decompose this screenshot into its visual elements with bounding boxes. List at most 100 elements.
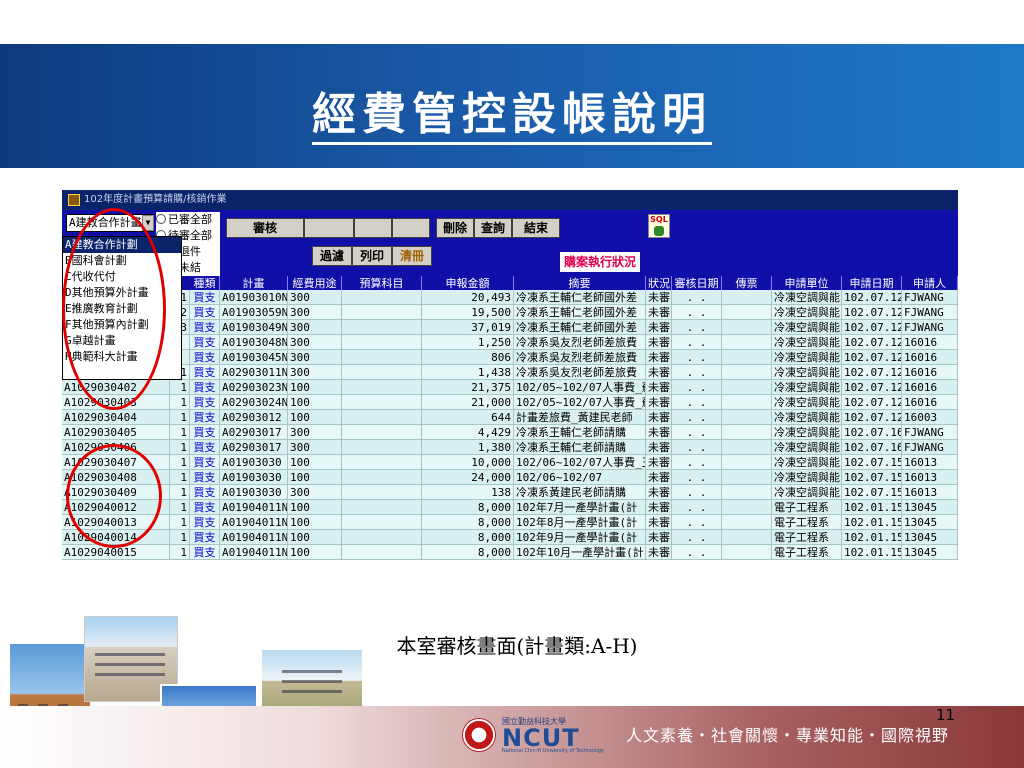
cell-apply-date: 102.07.15 [842,485,902,500]
table-row[interactable]: A1029030409 1 買支 A01903030 300 138 冷凍系黃建民老師請購未… [62,485,958,500]
table-row[interactable]: 1 買支 A01903010N 300 20,493 冷凍系王輔仁老師國外差 未審. . 冷凍… [62,290,958,305]
cell-summary: 102/06~102/07 [514,470,646,485]
cell-summary: 102/06~102/07人事費_王 [514,455,646,470]
cell-amount: 4,429 [422,425,514,440]
delete-button[interactable]: 刪除 [436,218,474,238]
cell-no: A1029030405 [62,425,170,440]
cell-status: 未審 [646,365,672,380]
col-header-plan[interactable]: 計畫 [220,276,288,291]
filter-button[interactable]: 過濾 [312,246,352,266]
print-button[interactable]: 列印 [352,246,392,266]
cell-summary: 冷凍系吳友烈老師差旅費 [514,335,646,350]
cell-unit: 電子工程系 [772,515,842,530]
col-header-status[interactable]: 狀況 [646,276,672,291]
col-header-amount[interactable]: 申報金額 [422,276,514,291]
cell-subject [342,515,422,530]
cell-subject [342,530,422,545]
table-row[interactable]: A1029030407 1 買支 A01903030 100 10,000 102/06~1… [62,455,958,470]
cell-plan: A02903023N [220,380,288,395]
radio-reviewed-all[interactable]: 已審全部 [156,212,220,228]
col-header-subject[interactable]: 預算科目 [342,276,422,291]
logo-english-name: National Chin-Yi University of Technolog… [502,748,604,754]
table-row[interactable]: 買支 A01903048N 300 1,250 冷凍系吳友烈老師差旅費 未審. . 冷凍空調… [62,335,958,350]
col-header-unit[interactable]: 申請單位 [772,276,842,291]
sql-database-icon[interactable]: SQL [648,214,670,238]
cell-plan: A02903017 [220,440,288,455]
cell-summary: 102/05~102/07人事費_蘇 [514,380,646,395]
table-row[interactable]: 2 買支 A01903059N 300 19,500 冷凍系王輔仁老師國外差 未審. . 冷凍… [62,305,958,320]
toolbar-blank-button-1[interactable] [304,218,354,238]
cell-use: 300 [288,425,342,440]
cell-plan: A01904011N [220,500,288,515]
cell-applicant: 16016 [902,335,958,350]
col-header-use[interactable]: 經費用途 [288,276,342,291]
cell-review-date: . . [672,350,722,365]
cell-subject [342,335,422,350]
end-button[interactable]: 結束 [512,218,560,238]
cell-amount: 24,000 [422,470,514,485]
cell-seq: 1 [170,410,190,425]
cell-apply-date: 102.01.15 [842,515,902,530]
table-row[interactable]: A1029040012 1 買支 A01904011N 100 8,000 102年7月一產… [62,500,958,515]
cell-subject [342,380,422,395]
cell-apply-date: 102.07.15 [842,470,902,485]
cell-seq: 1 [170,470,190,485]
cell-summary: 冷凍系王輔仁老師國外差 [514,320,646,335]
col-header-review-date[interactable]: 審核日期 [672,276,722,291]
cell-amount: 8,000 [422,500,514,515]
cell-plan: A02903024N [220,395,288,410]
table-row[interactable]: A1029030405 1 買支 A02903017 300 4,429 冷凍系王輔仁老師請… [62,425,958,440]
cell-voucher [722,410,772,425]
cell-use: 100 [288,470,342,485]
table-row[interactable]: 買支 A01903045N 300 806 冷凍系吳友烈老師差旅費 未審. . 冷凍空調與能… [62,350,958,365]
col-header-voucher[interactable]: 傳票 [722,276,772,291]
highlight-ellipse-ids [66,444,162,548]
review-button[interactable]: 審核 [226,218,304,238]
table-row[interactable]: A1029030406 1 買支 A02903017 300 1,380 冷凍系王輔仁老師請… [62,440,958,455]
toolbar-blank-button-3[interactable] [392,218,430,238]
table-row[interactable]: A1029040014 1 買支 A01904011N 100 8,000 102年9月一產… [62,530,958,545]
table-row[interactable]: A1029030408 1 買支 A01903030 100 24,000 102/06~1… [62,470,958,485]
cell-seq: 1 [170,455,190,470]
table-row[interactable]: 3 買支 A01903049N 300 37,019 冷凍系王輔仁老師國外差 未審. . 冷凍… [62,320,958,335]
cell-applicant: FJWANG [902,440,958,455]
footer-motto: 人文素養‧社會關懷‧專業知能‧國際視野 [626,726,950,745]
table-row[interactable]: A1029030404 1 買支 A02903012 100 644 計畫差旅費_黃建民老師… [62,410,958,425]
cell-amount: 10,000 [422,455,514,470]
cell-applicant: FJWANG [902,305,958,320]
cell-seq: 1 [170,380,190,395]
cell-plan: A01903030 [220,485,288,500]
table-row[interactable]: A1029040015 1 買支 A01904011N 100 8,000 102年10月一… [62,545,958,560]
col-header-kind[interactable]: 種類 [190,276,220,291]
execution-status-link[interactable]: 購案執行狀況 [560,252,641,272]
table-row[interactable]: A1029030402 1 買支 A02903023N 100 21,375 102/05~… [62,380,958,395]
col-header-summary[interactable]: 摘要 [514,276,646,291]
cell-status: 未審 [646,395,672,410]
cell-status: 未審 [646,320,672,335]
roster-button[interactable]: 清冊 [392,246,432,266]
cell-subject [342,500,422,515]
cell-unit: 冷凍空調與能 [772,395,842,410]
table-row[interactable]: A10290304011買支A02903011N3001,438冷凍系吳友烈老師… [62,365,958,380]
cell-review-date: . . [672,500,722,515]
cell-plan: A01904011N [220,515,288,530]
cell-subject [342,350,422,365]
cell-status: 未審 [646,305,672,320]
cell-summary: 102年7月一產學計畫(計 [514,500,646,515]
query-button[interactable]: 查詢 [474,218,512,238]
cell-subject [342,485,422,500]
col-header-apply-date[interactable]: 申請日期 [842,276,902,291]
cell-amount: 1,380 [422,440,514,455]
table-row[interactable]: A1029030403 1 買支 A02903024N 100 21,000 102/05~… [62,395,958,410]
cell-voucher [722,290,772,305]
toolbar-blank-button-2[interactable] [354,218,392,238]
cell-use: 300 [288,335,342,350]
toolbar: A建教合作計畫 ▼ 已審全部 待審全部 審退件 審未結 審核 刪除 查詢 結束 … [62,210,958,276]
cell-use: 100 [288,410,342,425]
cell-applicant: FJWANG [902,320,958,335]
cell-kind: 買支 [190,425,220,440]
col-header-applicant[interactable]: 申請人 [902,276,958,291]
table-row[interactable]: A1029040013 1 買支 A01904011N 100 8,000 102年8月一產… [62,515,958,530]
app-icon [68,194,80,206]
highlight-ellipse-categories [62,208,166,410]
